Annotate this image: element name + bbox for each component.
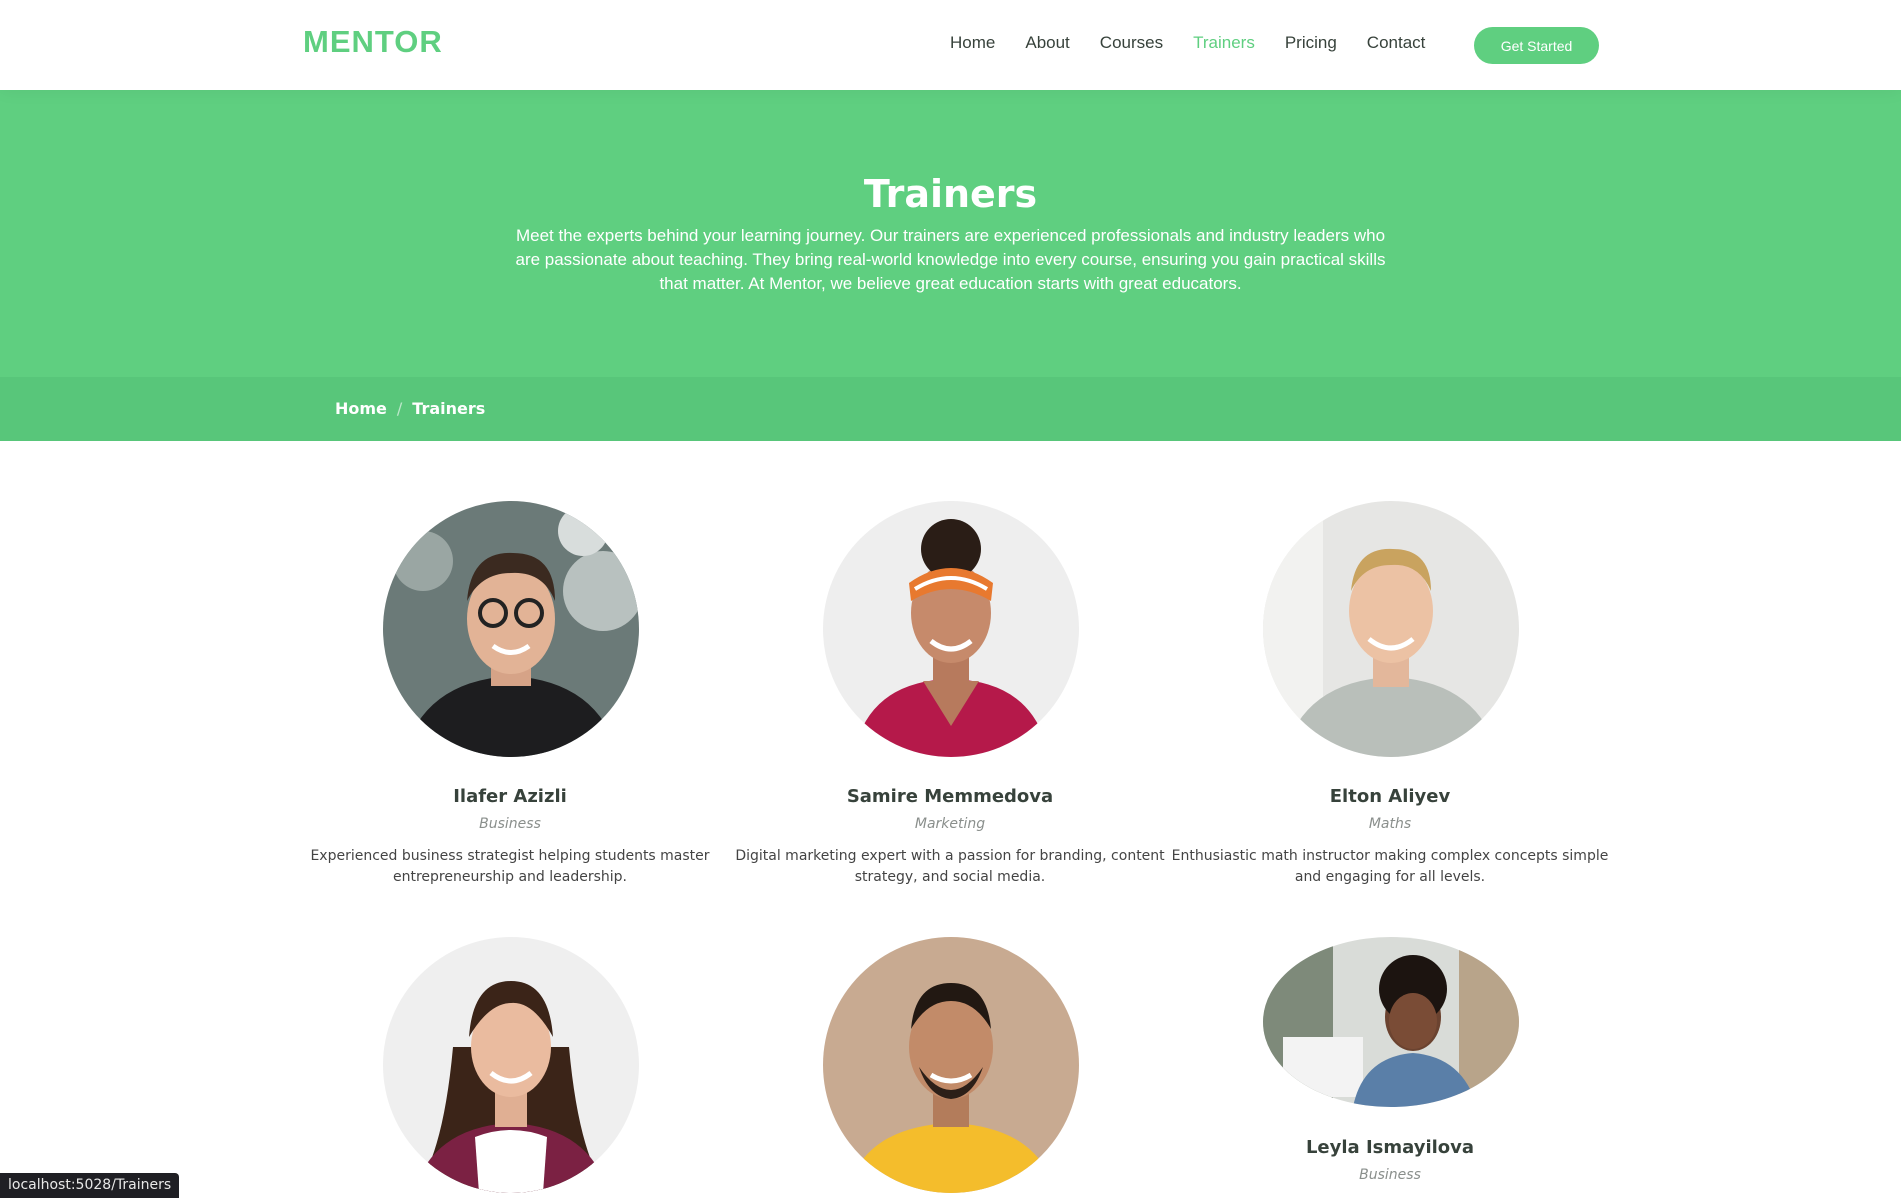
main-nav: Home About Courses Trainers Pricing Cont…	[950, 33, 1455, 53]
trainer-photo	[823, 937, 1079, 1193]
breadcrumb-bar: Home / Trainers	[0, 377, 1901, 441]
trainer-photo	[823, 501, 1079, 757]
trainer-photo	[1263, 937, 1519, 1107]
nav-home[interactable]: Home	[950, 33, 995, 53]
get-started-button[interactable]: Get Started	[1474, 27, 1599, 64]
logo[interactable]: MENTOR	[303, 24, 443, 60]
trainer-description: Experienced business strategist helping …	[310, 848, 710, 885]
nav-pricing[interactable]: Pricing	[1285, 33, 1337, 53]
page-title: Trainers	[863, 172, 1038, 216]
breadcrumb-current: Trainers	[412, 399, 486, 418]
site-header: MENTOR Home About Courses Trainers Prici…	[0, 0, 1901, 90]
trainer-role: Business	[1359, 1167, 1421, 1183]
nav-trainers[interactable]: Trainers	[1193, 33, 1255, 53]
trainer-description: Digital marketing expert with a passion …	[735, 848, 1165, 885]
breadcrumb-separator: /	[396, 399, 403, 418]
hero-description: Meet the experts behind your learning jo…	[515, 226, 1386, 293]
trainer-photo	[383, 937, 639, 1193]
trainer-photo	[1263, 501, 1519, 757]
browser-status-bar: localhost:5028/Trainers	[0, 1173, 180, 1198]
breadcrumb: Home / Trainers	[335, 399, 485, 418]
trainer-photo	[383, 501, 639, 757]
nav-contact[interactable]: Contact	[1367, 33, 1426, 53]
nav-about[interactable]: About	[1025, 33, 1069, 53]
trainer-name: Leyla Ismayilova	[1305, 1137, 1475, 1158]
trainer-name: Samire Memmedova	[846, 786, 1054, 807]
page-hero: Trainers Meet the experts behind your le…	[0, 90, 1901, 377]
breadcrumb-home[interactable]: Home	[335, 399, 387, 418]
trainer-role: Business	[479, 816, 541, 832]
trainer-name: Ilafer Azizli	[453, 786, 567, 807]
trainer-role: Maths	[1368, 816, 1412, 832]
trainer-description: Enthusiastic math instructor making comp…	[1171, 848, 1609, 885]
trainer-role: Marketing	[914, 816, 986, 832]
nav-courses[interactable]: Courses	[1100, 33, 1163, 53]
trainer-name: Elton Aliyev	[1329, 786, 1451, 807]
